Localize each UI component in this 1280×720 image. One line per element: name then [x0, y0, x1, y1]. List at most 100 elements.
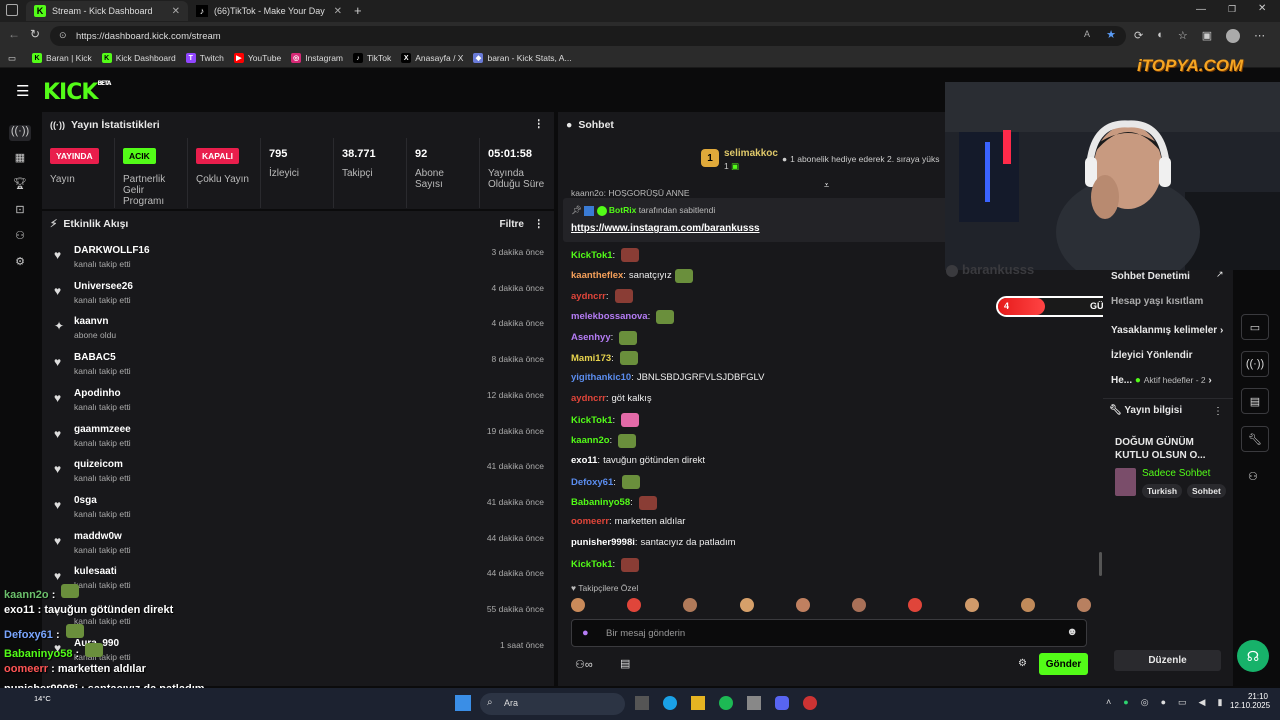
extensions-icon[interactable]: ⟳	[1134, 29, 1143, 43]
broadcast-toggle-icon[interactable]: ((·))	[1241, 351, 1269, 377]
filter-button[interactable]: Filtre	[500, 219, 524, 230]
restore-icon[interactable]: ❐	[1228, 4, 1236, 15]
collections-icon[interactable]: ▣	[1202, 29, 1212, 43]
tab-tiktok[interactable]: ♪ (66)TikTok - Make Your Day ✕	[188, 1, 350, 21]
chat-username[interactable]: exo11	[571, 455, 597, 466]
viewer-redirect-item[interactable]: İzleyici Yönlendir	[1111, 350, 1193, 361]
chat-username[interactable]: KickTok1	[571, 559, 613, 570]
activity-user[interactable]: 0sga	[74, 495, 97, 506]
obs-icon[interactable]	[803, 696, 817, 710]
account-age-item[interactable]: Hesap yaşı kısıtlaması	[1111, 296, 1203, 307]
gear-icon[interactable]: ⚙	[1018, 658, 1027, 669]
chat-username[interactable]: yigithankic10	[571, 372, 631, 383]
activity-user[interactable]: BABAC5	[74, 352, 116, 363]
chat-username[interactable]: Babaninyo58	[571, 497, 630, 508]
chat-username[interactable]: punisher9998i	[571, 537, 635, 548]
activity-user[interactable]: Apodinho	[74, 388, 121, 399]
more-icon[interactable]: ⋯	[1254, 29, 1265, 43]
chatter-avatar[interactable]	[627, 598, 642, 612]
chevron-up-icon[interactable]: ˄	[1106, 697, 1111, 708]
window-close-icon[interactable]: ✕	[1258, 3, 1266, 14]
kick-logo[interactable]: KICKBETA	[43, 80, 111, 105]
bookmark-instagram[interactable]: ◎ Instagram	[291, 53, 343, 63]
chat-input[interactable]: ● Bir mesaj gönderin ☻	[571, 619, 1087, 647]
site-info-icon[interactable]: ⊙	[59, 30, 67, 41]
minimize-icon[interactable]: —	[1196, 4, 1206, 15]
bookmark-twitch[interactable]: T Twitch	[185, 53, 224, 63]
activity-user[interactable]: DARKWOLLF16	[74, 245, 150, 256]
layout-icon[interactable]: ▤	[1241, 388, 1269, 414]
category-name[interactable]: Sadece Sohbet	[1142, 468, 1210, 479]
more-vertical-icon[interactable]: ⋮	[1213, 406, 1223, 417]
edit-button[interactable]: Düzenle	[1114, 650, 1221, 671]
chat-username[interactable]: kaann2o	[571, 435, 610, 446]
taskbar-search[interactable]: ⌕ Ara	[480, 693, 625, 715]
chatter-avatar[interactable]	[852, 598, 867, 612]
bookmarks-folder-icon[interactable]: ▭	[8, 53, 16, 64]
activity-user[interactable]: maddw0w	[74, 531, 122, 542]
microphone-icon[interactable]: ●	[1161, 697, 1166, 708]
discord-icon[interactable]	[775, 696, 789, 710]
emoji-icon[interactable]: ☻	[1066, 626, 1078, 638]
banned-words-item[interactable]: Yasaklanmış kelimeler ›	[1111, 325, 1223, 336]
chat-username[interactable]: KickTok1	[571, 250, 613, 261]
store-icon[interactable]: ▤	[620, 657, 630, 670]
support-headset-icon[interactable]: ☊	[1237, 640, 1269, 672]
file-explorer-icon[interactable]	[691, 696, 705, 710]
close-icon[interactable]: ✕	[334, 6, 342, 17]
collapse-pinned-icon[interactable]: ⩡	[824, 180, 829, 191]
app-icon[interactable]	[747, 696, 761, 710]
chat-username[interactable]: aydncrr	[571, 393, 606, 404]
chat-scrollbar[interactable]	[1099, 552, 1102, 576]
read-aloud-icon[interactable]: A	[1084, 29, 1090, 39]
chat-username[interactable]: oomeerr	[571, 516, 609, 527]
status-dot-icon[interactable]: ●	[1123, 697, 1128, 708]
microphone-icon[interactable]: ●	[582, 627, 589, 639]
chatter-avatar[interactable]	[739, 598, 754, 612]
chat-username[interactable]: KickTok1	[571, 415, 613, 426]
top-gifter-name[interactable]: selimakkoc	[724, 148, 778, 159]
volume-icon[interactable]: ◀	[1199, 697, 1206, 708]
activity-user[interactable]: quizeicom	[74, 459, 123, 470]
wrench-icon[interactable]: 🔧︎	[1241, 426, 1269, 452]
chat-username[interactable]: Mami173	[571, 353, 611, 364]
activity-user[interactable]: kulesaati	[74, 566, 117, 577]
chat-toggle-icon[interactable]: ▭	[1241, 314, 1269, 340]
pinned-link[interactable]: https://www.instagram.com/barankusss	[571, 223, 760, 234]
profile-switch-icon[interactable]: ◐	[1157, 29, 1164, 43]
app-tray-icon[interactable]: ◎	[1141, 697, 1149, 708]
chatter-avatar[interactable]	[964, 598, 979, 612]
chatter-avatar[interactable]	[571, 598, 585, 612]
bookmark-baran-kick[interactable]: K Baran | Kick	[32, 53, 92, 63]
close-icon[interactable]: ✕	[172, 6, 180, 17]
more-vertical-icon[interactable]: ⋮	[534, 218, 545, 230]
chat-username[interactable]: aydncrr	[571, 291, 606, 302]
settings-gear-icon[interactable]: ⚙	[12, 255, 28, 271]
chat-username[interactable]: Defoxy61	[571, 477, 613, 488]
community-icon[interactable]: ⚇	[1248, 470, 1258, 483]
trophy-icon[interactable]: 🏆︎	[12, 177, 28, 193]
community-icon[interactable]: ⚇	[12, 229, 28, 245]
windows-start-icon[interactable]	[455, 695, 471, 711]
more-vertical-icon[interactable]: ⋮	[534, 118, 545, 130]
category-thumbnail[interactable]	[1115, 468, 1136, 496]
tab-kick-dashboard[interactable]: K Stream - Kick Dashboard ✕	[26, 1, 188, 21]
chat-username[interactable]: melekbossanova	[571, 311, 648, 322]
new-tab-icon[interactable]: +	[354, 3, 362, 18]
chatter-avatar[interactable]	[1076, 598, 1091, 612]
stream-broadcast-icon[interactable]: ((·))	[9, 125, 31, 141]
bookmark-kick-dashboard[interactable]: K Kick Dashboard	[101, 53, 176, 63]
favorite-star-icon[interactable]: ★	[1106, 28, 1116, 41]
battery-icon[interactable]: ▮	[1217, 697, 1222, 708]
bookmark-kick-stats[interactable]: ◆ baran - Kick Stats, A...	[473, 53, 572, 63]
chat-username[interactable]: Asenhyy	[571, 332, 611, 343]
activity-user[interactable]: gaammzeee	[74, 424, 131, 435]
clock[interactable]: 21:10 12.10.2025	[1230, 692, 1270, 710]
url-bar[interactable]: ⊙ https://dashboard.kick.com/stream A ★	[50, 26, 1126, 46]
chatter-avatar[interactable]	[1020, 598, 1035, 612]
hamburger-menu-icon[interactable]: ☰	[16, 82, 29, 100]
tag-sohbet[interactable]: Sohbet	[1187, 484, 1226, 498]
bookmark-tiktok[interactable]: ♪ TikTok	[353, 53, 391, 63]
chatter-avatar[interactable]	[683, 598, 698, 612]
chat-moderation-item[interactable]: Sohbet Denetimi	[1111, 271, 1190, 282]
